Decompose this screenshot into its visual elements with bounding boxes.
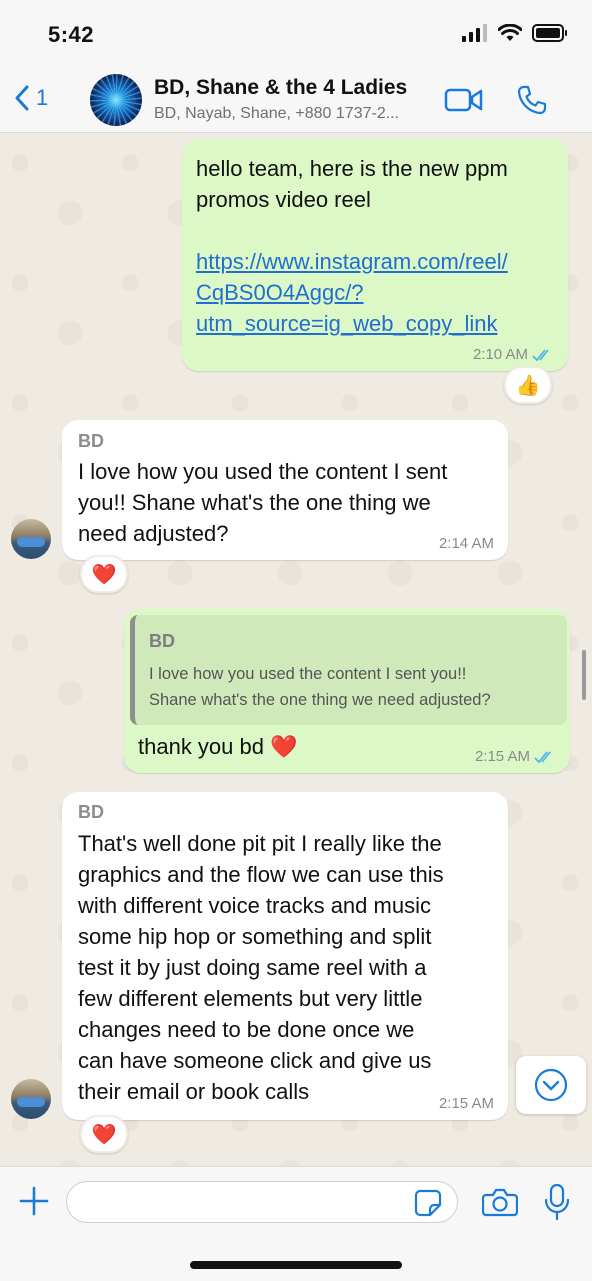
message-text: hello team, here is the new ppm	[196, 156, 508, 181]
message-time: 2:15 AM	[438, 1095, 494, 1112]
sender-avatar[interactable]	[11, 519, 51, 559]
message-input[interactable]	[66, 1181, 458, 1223]
double-check-icon	[532, 348, 549, 361]
message-meta: 2:10 AM	[473, 346, 554, 363]
composer-bar	[0, 1166, 592, 1281]
quoted-message[interactable]: BD I love how you used the content I sen…	[130, 615, 567, 725]
message-text: with different voice tracks and music	[78, 893, 431, 918]
message-text: I love how you used the content I sent	[78, 459, 448, 484]
message-bubble[interactable]: BD I love how you used the content I sen…	[124, 609, 570, 773]
chat-area[interactable]: hello team, here is the new ppm promos v…	[0, 133, 592, 1166]
message-text: few different elements but very little	[78, 986, 423, 1011]
message-bubble[interactable]: hello team, here is the new ppm promos v…	[182, 139, 568, 371]
signal-icon	[462, 24, 487, 42]
microphone-icon[interactable]	[544, 1183, 570, 1221]
link-line[interactable]: utm_source=ig_web_copy_link	[196, 308, 556, 339]
message-text: some hip hop or something and split	[78, 924, 432, 949]
message-meta: 2:14 AM	[439, 535, 494, 552]
message-text: changes need to be done once we	[78, 1017, 415, 1042]
double-check-icon	[534, 750, 551, 763]
reaction-badge[interactable]: ❤️	[80, 555, 128, 593]
reaction-badge[interactable]: ❤️	[80, 1115, 128, 1153]
link-line[interactable]: CqBS0O4Aggc/?	[196, 277, 556, 308]
message-sender[interactable]: BD	[78, 802, 104, 823]
home-indicator[interactable]	[190, 1261, 402, 1269]
message-time: 2:14 AM	[438, 535, 494, 552]
message-text: That's well done pit pit I really like t…	[78, 831, 442, 856]
message-text: test it by just doing same reel with a	[78, 955, 427, 980]
scroll-to-bottom-button[interactable]	[516, 1056, 586, 1114]
plus-icon[interactable]	[18, 1185, 50, 1217]
reaction-badge[interactable]: 👍	[504, 366, 552, 404]
status-bar: 5:42	[0, 0, 592, 70]
quoted-text: Shane what's the one thing we need adjus…	[149, 691, 491, 709]
scroll-down-icon	[534, 1068, 568, 1102]
sticker-icon[interactable]	[414, 1189, 442, 1217]
message-text: can have someone click and give us	[78, 1048, 432, 1073]
quoted-sender: BD	[149, 631, 175, 651]
message-text: promos video reel	[196, 187, 371, 212]
video-call-icon[interactable]	[444, 86, 484, 114]
back-button[interactable]: 1	[14, 84, 48, 112]
camera-icon[interactable]	[482, 1187, 518, 1217]
message-meta: 2:15 AM	[439, 1095, 494, 1112]
message-text: thank you bd ❤️	[138, 734, 298, 759]
battery-icon	[532, 24, 567, 42]
chat-header: 1 BD, Shane & the 4 Ladies BD, Nayab, Sh…	[0, 70, 592, 133]
status-icons	[462, 24, 568, 42]
group-title[interactable]: BD, Shane & the 4 Ladies	[154, 76, 407, 100]
message-time: 2:15 AM	[474, 748, 530, 765]
message-text: graphics and the flow we can use this	[78, 862, 444, 887]
message-bubble[interactable]: BD I love how you used the content I sen…	[62, 420, 508, 560]
back-chevron-icon	[15, 85, 29, 111]
scroll-indicator[interactable]	[582, 650, 586, 700]
message-time: 2:10 AM	[472, 346, 528, 363]
status-time: 5:42	[48, 22, 95, 47]
message-sender[interactable]: BD	[78, 431, 104, 452]
sender-avatar[interactable]	[11, 1079, 51, 1119]
link-line[interactable]: https://www.instagram.com/reel/	[196, 246, 556, 277]
message-text: need adjusted?	[78, 521, 229, 546]
unread-count: 1	[36, 85, 49, 110]
message-meta: 2:15 AM	[475, 748, 556, 765]
phone-icon[interactable]	[516, 84, 548, 116]
message-text: you!! Shane what's the one thing we	[78, 490, 431, 515]
wifi-icon	[498, 24, 522, 41]
group-participants[interactable]: BD, Nayab, Shane, +880 1737-2...	[154, 105, 399, 123]
message-bubble[interactable]: BD That's well done pit pit I really lik…	[62, 792, 508, 1120]
group-avatar[interactable]	[90, 74, 142, 126]
quoted-text: I love how you used the content I sent y…	[149, 665, 467, 683]
message-link[interactable]: https://www.instagram.com/reel/ CqBS0O4A…	[196, 246, 556, 339]
